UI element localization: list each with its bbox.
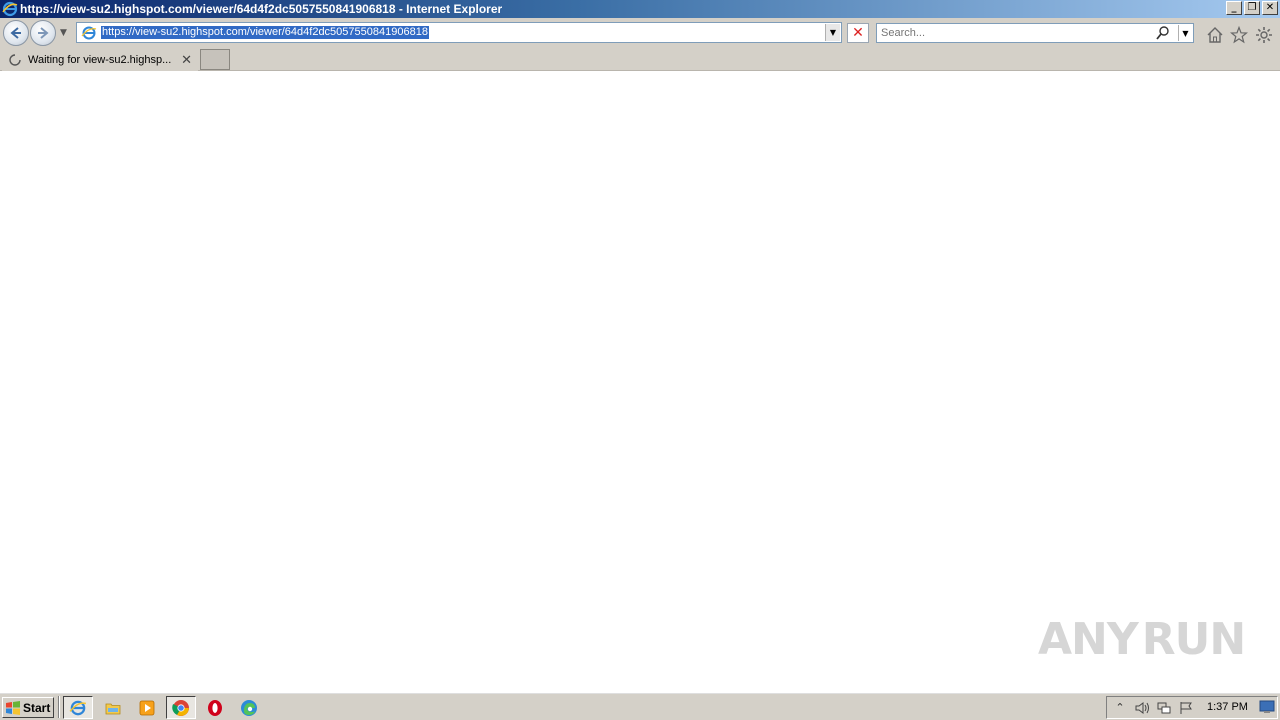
taskbar-edge[interactable] (234, 696, 264, 719)
close-tab-icon[interactable]: ✕ (181, 52, 192, 68)
taskbar-file-explorer[interactable] (98, 696, 128, 719)
taskbar-opera[interactable] (200, 696, 230, 719)
internet-explorer-icon (69, 700, 87, 715)
windows-logo-icon (6, 700, 20, 715)
action-center-flag-icon[interactable] (1177, 700, 1195, 716)
new-tab-button[interactable] (200, 49, 230, 70)
search-dropdown-icon[interactable]: ▼ (1178, 25, 1192, 41)
watermark-right: RUN (1141, 613, 1246, 665)
address-url[interactable]: https://view-su2.highspot.com/viewer/64d… (101, 26, 429, 39)
opera-icon (208, 699, 222, 716)
window-title: https://view-su2.highspot.com/viewer/64d… (20, 2, 503, 16)
forward-arrow-icon (38, 27, 49, 39)
taskbar-chrome[interactable] (166, 696, 196, 719)
tab-label: Waiting for view-su2.highsp... (28, 54, 172, 66)
chrome-icon (172, 699, 189, 716)
clock[interactable]: 1:37 PM (1207, 701, 1248, 713)
navigation-bar: ▼ https://view-su2.highspot.com/viewer/6… (0, 18, 1280, 48)
restore-button[interactable]: ❐ (1244, 1, 1260, 15)
close-window-button[interactable]: ✕ (1262, 1, 1278, 15)
history-dropdown-icon[interactable]: ▼ (60, 28, 67, 38)
back-arrow-icon (10, 27, 21, 39)
taskbar: Start ⌃ 1:37 PM (0, 692, 1280, 720)
back-button[interactable] (3, 20, 29, 46)
page-ie-icon (81, 26, 97, 39)
home-icon[interactable] (1206, 26, 1224, 44)
search-input[interactable] (877, 24, 1147, 42)
stop-button[interactable]: ✕ (847, 23, 869, 43)
stop-icon: ✕ (852, 25, 864, 41)
show-hidden-icons-icon[interactable]: ⌃ (1111, 700, 1129, 716)
start-label: Start (23, 700, 51, 715)
page-content (0, 71, 1280, 692)
taskbar-separator (58, 696, 60, 718)
favorites-star-icon[interactable] (1230, 26, 1248, 44)
network-icon[interactable] (1155, 700, 1173, 716)
internet-explorer-icon (2, 1, 18, 17)
anyrun-watermark: ANY RUN (1038, 606, 1246, 672)
taskbar-internet-explorer[interactable] (63, 696, 93, 719)
tab-bar: Waiting for view-su2.highsp... ✕ (0, 48, 1280, 71)
settings-gear-icon[interactable] (1255, 26, 1273, 44)
watermark-left: ANY (1038, 613, 1139, 665)
address-bar[interactable]: https://view-su2.highspot.com/viewer/64d… (76, 22, 842, 43)
show-desktop-icon[interactable] (1259, 700, 1275, 714)
window-titlebar: https://view-su2.highspot.com/viewer/64d… (0, 0, 1280, 18)
search-box[interactable]: ▼ (876, 23, 1194, 43)
start-button[interactable]: Start (2, 697, 54, 718)
address-dropdown-icon[interactable]: ▼ (825, 24, 840, 41)
taskbar-media-player[interactable] (132, 696, 162, 719)
tab-loading-page[interactable]: Waiting for view-su2.highsp... ✕ (2, 49, 198, 71)
media-player-icon (139, 700, 155, 715)
folder-icon (105, 703, 121, 714)
loading-spinner-icon (9, 54, 21, 66)
system-tray: ⌃ 1:37 PM (1106, 696, 1278, 719)
volume-icon[interactable] (1133, 700, 1151, 716)
search-icon[interactable] (1155, 25, 1171, 41)
forward-button[interactable] (30, 20, 56, 46)
edge-icon (241, 699, 257, 716)
minimize-button[interactable]: _ (1226, 1, 1242, 15)
